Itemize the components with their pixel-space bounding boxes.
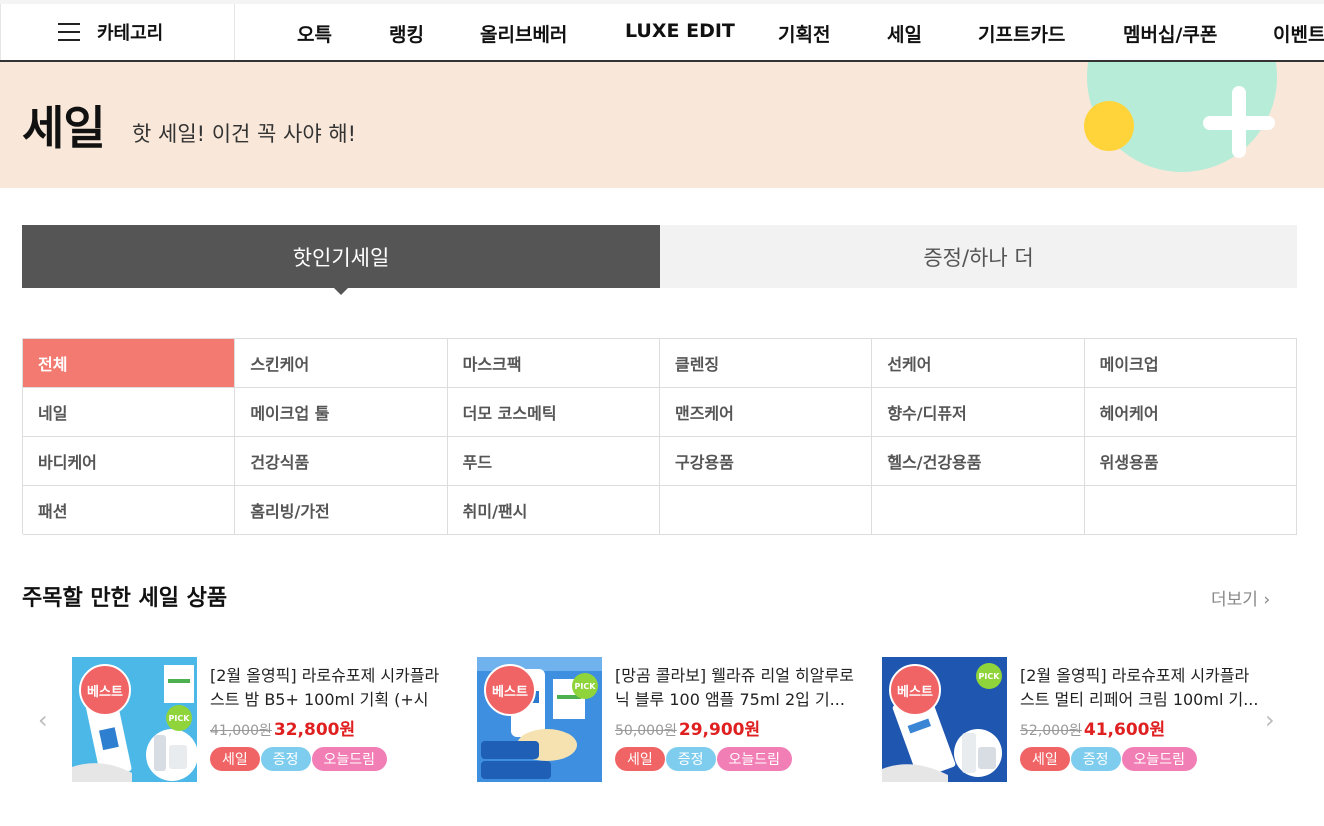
category-maskpack[interactable]: 마스크팩 [447,339,660,388]
tag-gift: 증정 [665,747,716,771]
nav-item-otuk[interactable]: 오특 [297,20,332,47]
category-all[interactable]: 전체 [23,339,236,388]
sale-price: 29,900원 [678,720,761,740]
category-home-living[interactable]: 홈리빙/가전 [235,486,448,535]
category-menscare[interactable]: 맨즈케어 [659,388,873,437]
category-haircare[interactable]: 헤어케어 [1084,388,1297,437]
best-badge: 베스트 [484,664,536,716]
tag-sale: 세일 [210,747,260,771]
pick-badge: PICK [166,705,192,731]
nav-item-event[interactable]: 이벤트 [1273,20,1324,47]
product-image[interactable]: 베스트 PICK [72,657,197,782]
category-oral-care[interactable]: 구강용품 [659,437,873,486]
category-empty [872,486,1085,535]
product-price: 52,000원 41,600원 [1020,715,1165,740]
category-label: 카테고리 [97,23,164,44]
category-bodycare[interactable]: 바디케어 [23,437,236,486]
tag-gift: 증정 [260,747,311,771]
product-price: 50,000원 29,900원 [615,715,760,740]
product-card[interactable]: 베스트 PICK [2월 올영픽] 라로슈포제 시카플라스트 멀티 리페어 크림… [882,657,1262,782]
product-tags: 세일 증정 오늘드림 [210,747,388,771]
product-image[interactable]: 베스트 PICK [477,657,602,782]
tag-sale: 세일 [1020,747,1070,771]
plus-icon-vertical [1232,86,1246,158]
top-navigation: 카테고리 오특 랭킹 올리브베러 LUXE EDIT 기획전 세일 기프트카드 … [0,0,1324,62]
pick-badge: PICK [572,673,598,699]
carousel-prev-arrow-icon[interactable]: ‹ [38,706,48,734]
chevron-right-icon: › [1263,590,1271,610]
nav-item-luxe-edit[interactable]: LUXE EDIT [625,20,735,42]
tag-today-delivery: 오늘드림 [1121,747,1198,771]
product-name[interactable]: [2월 올영픽] 라로슈포제 시카플라스트 멀티 리페어 크림 100ml 기.… [1020,664,1260,712]
tag-today-delivery: 오늘드림 [716,747,793,771]
product-tags: 세일 증정 오늘드림 [615,747,793,771]
product-name[interactable]: [망곰 콜라보] 웰라쥬 리얼 히알루로닉 블루 100 앰플 75ml 2입 … [615,664,855,712]
category-food[interactable]: 푸드 [447,437,660,486]
category-hygiene[interactable]: 위생용품 [1084,437,1297,486]
nav-item-ranking[interactable]: 랭킹 [389,20,424,47]
category-makeup[interactable]: 메이크업 [1084,339,1297,388]
sale-banner: 세일 핫 세일! 이건 꼭 사야 해! [0,62,1324,188]
category-empty [1084,486,1297,535]
best-badge: 베스트 [889,664,941,716]
pick-badge: PICK [976,663,1002,689]
category-nail[interactable]: 네일 [23,388,236,437]
decoration-dot [1084,101,1134,151]
hamburger-icon [58,23,80,41]
category-grid: 전체 스킨케어 마스크팩 클렌징 선케어 메이크업 네일 메이크업 툴 더모 코… [22,338,1297,535]
category-cleansing[interactable]: 클렌징 [659,339,873,388]
category-perfume[interactable]: 향수/디퓨저 [872,388,1085,437]
category-hobby-fancy[interactable]: 취미/팬시 [447,486,660,535]
page-subtitle: 핫 세일! 이건 꼭 사야 해! [132,122,357,146]
nav-item-olive-better[interactable]: 올리브베러 [480,20,567,47]
tab-gift-one-more[interactable]: 증정/하나 더 [660,225,1297,288]
page-title: 세일 [22,101,106,155]
category-empty [659,486,873,535]
product-card[interactable]: 베스트 PICK [망곰 콜라보] 웰라쥬 리얼 히알루로닉 블루 100 앰플… [477,657,857,782]
category-fashion[interactable]: 패션 [23,486,236,535]
best-badge: 베스트 [79,664,131,716]
original-price: 41,000원 [210,723,272,739]
tag-sale: 세일 [615,747,665,771]
product-name[interactable]: [2월 올영픽] 라로슈포제 시카플라스트 밤 B5+ 100ml 기획 (+시… [210,664,450,712]
product-tags: 세일 증정 오늘드림 [1020,747,1198,771]
section-title: 주목할 만한 세일 상품 [22,586,228,611]
category-makeup-tool[interactable]: 메이크업 툴 [235,388,448,437]
nav-item-special[interactable]: 기획전 [778,20,830,47]
category-skincare[interactable]: 스킨케어 [235,339,448,388]
more-link[interactable]: 더보기 › [1211,585,1270,610]
product-card[interactable]: 베스트 PICK [2월 올영픽] 라로슈포제 시카플라스트 밤 B5+ 100… [72,657,452,782]
product-image[interactable]: 베스트 PICK [882,657,1007,782]
carousel-next-arrow-icon[interactable]: › [1265,706,1275,734]
sale-price: 41,600원 [1083,720,1166,740]
active-tab-indicator [334,288,348,295]
original-price: 50,000원 [615,723,677,739]
product-price: 41,000원 32,800원 [210,715,355,740]
more-label: 더보기 [1211,590,1258,610]
nav-item-sale[interactable]: 세일 [887,20,922,47]
tab-hot-sale[interactable]: 핫인기세일 [22,225,660,288]
sale-price: 32,800원 [273,720,356,740]
category-health-food[interactable]: 건강식품 [235,437,448,486]
nav-item-membership[interactable]: 멤버십/쿠폰 [1123,20,1217,47]
category-dermo-cosmetic[interactable]: 더모 코스메틱 [447,388,660,437]
tag-gift: 증정 [1070,747,1121,771]
category-suncare[interactable]: 선케어 [872,339,1085,388]
tag-today-delivery: 오늘드림 [311,747,388,771]
category-health-goods[interactable]: 헬스/건강용품 [872,437,1085,486]
nav-item-giftcard[interactable]: 기프트카드 [978,20,1065,47]
original-price: 52,000원 [1020,723,1082,739]
category-menu-button[interactable]: 카테고리 [0,4,235,60]
